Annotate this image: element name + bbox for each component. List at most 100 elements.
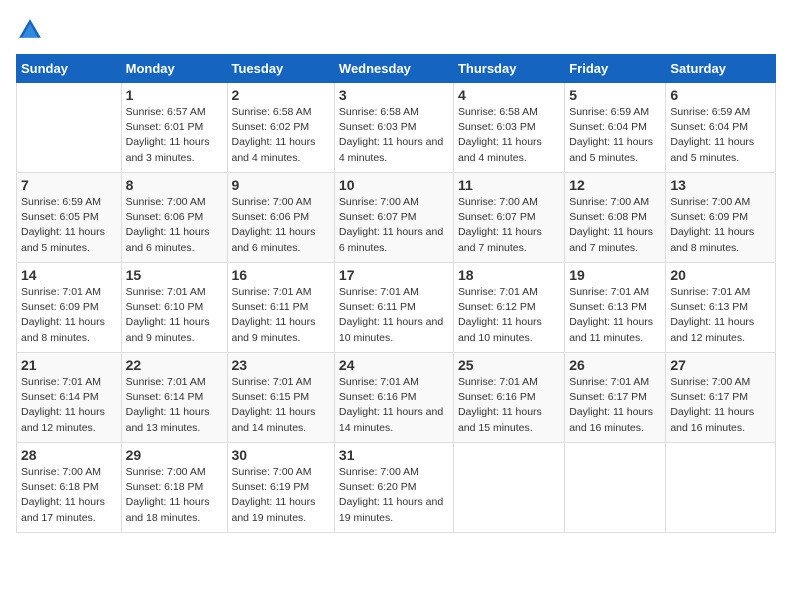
sunrise-text: Sunrise: 7:00 AM	[232, 196, 312, 208]
day-info: Sunrise: 6:58 AM Sunset: 6:02 PM Dayligh…	[232, 105, 330, 166]
daylight-text: Daylight: 11 hours and 14 minutes.	[339, 406, 443, 433]
calendar-cell: 22 Sunrise: 7:01 AM Sunset: 6:14 PM Dayl…	[121, 353, 227, 443]
day-info: Sunrise: 7:01 AM Sunset: 6:14 PM Dayligh…	[21, 375, 117, 436]
sunrise-text: Sunrise: 7:01 AM	[339, 286, 419, 298]
day-info: Sunrise: 7:00 AM Sunset: 6:08 PM Dayligh…	[569, 195, 661, 256]
day-number: 16	[232, 267, 330, 283]
sunset-text: Sunset: 6:16 PM	[339, 391, 417, 403]
daylight-text: Daylight: 11 hours and 16 minutes.	[670, 406, 754, 433]
calendar-cell: 24 Sunrise: 7:01 AM Sunset: 6:16 PM Dayl…	[334, 353, 453, 443]
calendar-cell: 12 Sunrise: 7:00 AM Sunset: 6:08 PM Dayl…	[565, 173, 666, 263]
header-friday: Friday	[565, 55, 666, 83]
day-number: 25	[458, 357, 560, 373]
calendar-cell: 27 Sunrise: 7:00 AM Sunset: 6:17 PM Dayl…	[666, 353, 776, 443]
sunset-text: Sunset: 6:06 PM	[232, 211, 310, 223]
day-number: 14	[21, 267, 117, 283]
calendar-cell: 10 Sunrise: 7:00 AM Sunset: 6:07 PM Dayl…	[334, 173, 453, 263]
sunset-text: Sunset: 6:12 PM	[458, 301, 536, 313]
day-number: 26	[569, 357, 661, 373]
daylight-text: Daylight: 11 hours and 5 minutes.	[569, 136, 653, 163]
calendar-cell: 15 Sunrise: 7:01 AM Sunset: 6:10 PM Dayl…	[121, 263, 227, 353]
sunset-text: Sunset: 6:05 PM	[21, 211, 99, 223]
sunrise-text: Sunrise: 6:59 AM	[670, 106, 750, 118]
calendar-cell: 31 Sunrise: 7:00 AM Sunset: 6:20 PM Dayl…	[334, 443, 453, 533]
calendar-cell: 1 Sunrise: 6:57 AM Sunset: 6:01 PM Dayli…	[121, 83, 227, 173]
header-thursday: Thursday	[453, 55, 564, 83]
day-number: 30	[232, 447, 330, 463]
day-info: Sunrise: 7:01 AM Sunset: 6:13 PM Dayligh…	[670, 285, 771, 346]
day-number: 5	[569, 87, 661, 103]
daylight-text: Daylight: 11 hours and 11 minutes.	[569, 316, 653, 343]
sunset-text: Sunset: 6:11 PM	[339, 301, 416, 313]
calendar-cell: 19 Sunrise: 7:01 AM Sunset: 6:13 PM Dayl…	[565, 263, 666, 353]
daylight-text: Daylight: 11 hours and 10 minutes.	[458, 316, 542, 343]
day-number: 10	[339, 177, 449, 193]
day-number: 9	[232, 177, 330, 193]
day-number: 2	[232, 87, 330, 103]
sunset-text: Sunset: 6:08 PM	[569, 211, 647, 223]
calendar-cell: 3 Sunrise: 6:58 AM Sunset: 6:03 PM Dayli…	[334, 83, 453, 173]
day-info: Sunrise: 6:59 AM Sunset: 6:04 PM Dayligh…	[569, 105, 661, 166]
calendar-week-row: 7 Sunrise: 6:59 AM Sunset: 6:05 PM Dayli…	[17, 173, 776, 263]
daylight-text: Daylight: 11 hours and 12 minutes.	[21, 406, 105, 433]
day-info: Sunrise: 7:01 AM Sunset: 6:09 PM Dayligh…	[21, 285, 117, 346]
day-info: Sunrise: 7:01 AM Sunset: 6:16 PM Dayligh…	[339, 375, 449, 436]
calendar-cell: 2 Sunrise: 6:58 AM Sunset: 6:02 PM Dayli…	[227, 83, 334, 173]
calendar-cell: 11 Sunrise: 7:00 AM Sunset: 6:07 PM Dayl…	[453, 173, 564, 263]
calendar-header-row: SundayMondayTuesdayWednesdayThursdayFrid…	[17, 55, 776, 83]
sunrise-text: Sunrise: 7:01 AM	[458, 376, 538, 388]
header-saturday: Saturday	[666, 55, 776, 83]
day-number: 27	[670, 357, 771, 373]
sunrise-text: Sunrise: 6:58 AM	[458, 106, 538, 118]
sunset-text: Sunset: 6:02 PM	[232, 121, 310, 133]
sunset-text: Sunset: 6:14 PM	[21, 391, 99, 403]
sunset-text: Sunset: 6:09 PM	[670, 211, 748, 223]
sunrise-text: Sunrise: 7:00 AM	[670, 376, 750, 388]
day-number: 1	[126, 87, 223, 103]
day-info: Sunrise: 7:01 AM Sunset: 6:16 PM Dayligh…	[458, 375, 560, 436]
day-info: Sunrise: 7:01 AM Sunset: 6:15 PM Dayligh…	[232, 375, 330, 436]
sunrise-text: Sunrise: 7:01 AM	[569, 376, 649, 388]
calendar-cell: 7 Sunrise: 6:59 AM Sunset: 6:05 PM Dayli…	[17, 173, 122, 263]
daylight-text: Daylight: 11 hours and 7 minutes.	[458, 226, 542, 253]
daylight-text: Daylight: 11 hours and 6 minutes.	[232, 226, 316, 253]
sunset-text: Sunset: 6:04 PM	[569, 121, 647, 133]
sunrise-text: Sunrise: 7:00 AM	[232, 466, 312, 478]
header-monday: Monday	[121, 55, 227, 83]
day-info: Sunrise: 7:00 AM Sunset: 6:06 PM Dayligh…	[126, 195, 223, 256]
day-number: 8	[126, 177, 223, 193]
day-number: 22	[126, 357, 223, 373]
sunset-text: Sunset: 6:14 PM	[126, 391, 204, 403]
calendar-cell	[453, 443, 564, 533]
day-number: 6	[670, 87, 771, 103]
daylight-text: Daylight: 11 hours and 10 minutes.	[339, 316, 443, 343]
sunset-text: Sunset: 6:10 PM	[126, 301, 204, 313]
day-number: 12	[569, 177, 661, 193]
calendar-week-row: 28 Sunrise: 7:00 AM Sunset: 6:18 PM Dayl…	[17, 443, 776, 533]
day-number: 20	[670, 267, 771, 283]
calendar-cell: 23 Sunrise: 7:01 AM Sunset: 6:15 PM Dayl…	[227, 353, 334, 443]
sunrise-text: Sunrise: 7:01 AM	[569, 286, 649, 298]
sunrise-text: Sunrise: 7:00 AM	[458, 196, 538, 208]
calendar-cell	[17, 83, 122, 173]
sunset-text: Sunset: 6:09 PM	[21, 301, 99, 313]
daylight-text: Daylight: 11 hours and 8 minutes.	[670, 226, 754, 253]
day-number: 4	[458, 87, 560, 103]
calendar-cell: 25 Sunrise: 7:01 AM Sunset: 6:16 PM Dayl…	[453, 353, 564, 443]
daylight-text: Daylight: 11 hours and 19 minutes.	[339, 496, 443, 523]
daylight-text: Daylight: 11 hours and 9 minutes.	[126, 316, 210, 343]
sunset-text: Sunset: 6:03 PM	[458, 121, 536, 133]
day-info: Sunrise: 6:58 AM Sunset: 6:03 PM Dayligh…	[339, 105, 449, 166]
header-wednesday: Wednesday	[334, 55, 453, 83]
daylight-text: Daylight: 11 hours and 4 minutes.	[339, 136, 443, 163]
day-info: Sunrise: 7:00 AM Sunset: 6:18 PM Dayligh…	[21, 465, 117, 526]
sunset-text: Sunset: 6:16 PM	[458, 391, 536, 403]
daylight-text: Daylight: 11 hours and 4 minutes.	[458, 136, 542, 163]
daylight-text: Daylight: 11 hours and 12 minutes.	[670, 316, 754, 343]
logo-icon	[16, 16, 44, 44]
sunset-text: Sunset: 6:07 PM	[339, 211, 417, 223]
calendar-cell: 30 Sunrise: 7:00 AM Sunset: 6:19 PM Dayl…	[227, 443, 334, 533]
sunset-text: Sunset: 6:17 PM	[670, 391, 748, 403]
calendar-cell: 21 Sunrise: 7:01 AM Sunset: 6:14 PM Dayl…	[17, 353, 122, 443]
daylight-text: Daylight: 11 hours and 4 minutes.	[232, 136, 316, 163]
